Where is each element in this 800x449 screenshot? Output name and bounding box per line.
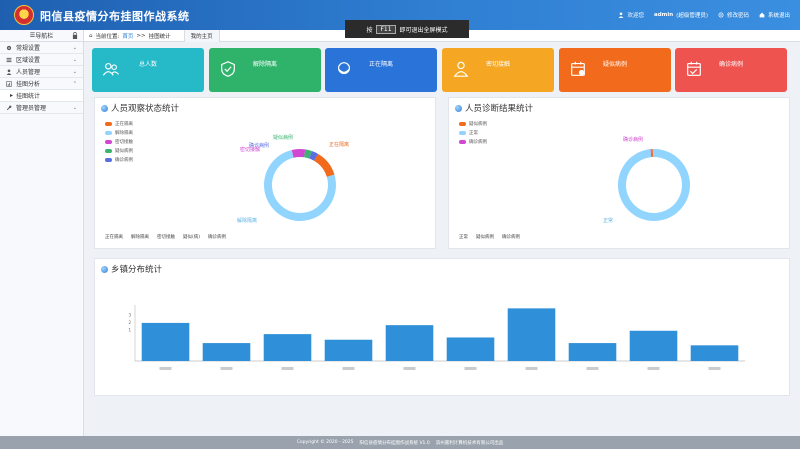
sidebar-item-region-settings[interactable]: 区域设置 ⌄ (0, 54, 83, 66)
chevron-down-icon: ⌄ (72, 57, 77, 63)
lock-icon[interactable] (72, 32, 78, 39)
observation-panel-title: 人员观察状态统计 (111, 104, 180, 114)
home-icon (759, 12, 765, 18)
bar-1[interactable] (202, 343, 251, 361)
card-isolating[interactable]: 正在隔离 (325, 48, 437, 92)
x-tick-label-blurred (586, 367, 599, 370)
x-tick-label-blurred (464, 367, 477, 370)
x-tick-label-blurred (220, 367, 233, 370)
emblem-icon (14, 5, 34, 25)
user-icon (6, 68, 12, 75)
sidebar-item-map-statistics[interactable]: ▸ 挂图统计 (0, 90, 83, 102)
bar-0[interactable] (141, 322, 190, 361)
fullscreen-tip: 按 F11 即可退出全屏模式 (345, 20, 469, 38)
card-total[interactable]: 总人数 (92, 48, 204, 92)
bar-7[interactable] (568, 343, 617, 361)
legend-item[interactable]: 确诊病例 (105, 157, 133, 163)
card-suspected[interactable]: 疑似病例 (559, 48, 671, 92)
x-tick-label-blurred (525, 367, 538, 370)
header-user-area: 欢迎您 admin (超级管理员) 修改密码 系统退出 (618, 11, 790, 19)
legend-item[interactable]: 确诊病例 (459, 139, 487, 145)
x-tick-label-blurred (281, 367, 294, 370)
current-user: admin (超级管理员) (653, 12, 708, 19)
legend-item[interactable]: 正常 (459, 130, 487, 136)
bar-5[interactable] (446, 337, 495, 361)
x-tick-label-blurred (647, 367, 660, 370)
y-tick-label: 3 (128, 313, 131, 318)
diagnosis-result-panel: 人员诊断结果统计 疑似病例 正常 确诊病例 确诊病例 正常 正常 疑似病例 确诊病… (448, 97, 790, 249)
legend-item[interactable]: 疑似病例 (459, 121, 487, 127)
donut-label-released: 解除隔离 (237, 217, 257, 224)
donut-label-contact: 密切接触 (240, 146, 260, 153)
bar-6[interactable] (507, 308, 556, 361)
breadcrumb-current: 挂图统计 (148, 33, 171, 40)
legend-item[interactable]: 密切接触 (105, 139, 133, 145)
sub-icon: ▸ (10, 92, 14, 99)
footer: Copyright © 2020 - 2025 阳信县疫情分布挂图作战系统 V1… (0, 436, 800, 449)
globe-icon (101, 265, 108, 273)
donut-slice-0[interactable] (314, 153, 335, 177)
donut-slice-2[interactable] (291, 149, 306, 158)
legend-item[interactable]: 正在隔离 (105, 121, 133, 127)
observation-bottom-labels: 正在隔离 解除隔离 密切接触 疑似(病) 确诊病例 (105, 235, 227, 240)
observation-legend: 正在隔离 解除隔离 密切接触 疑似病例 确诊病例 (105, 121, 133, 163)
diagnosis-donut-chart: 确诊病例 正常 (603, 136, 690, 224)
bar-3[interactable] (324, 339, 373, 361)
chevron-down-icon: ⌄ (72, 69, 77, 75)
card-released[interactable]: 解除隔离 (209, 48, 321, 92)
chevron-up-icon: ⌃ (72, 81, 77, 87)
bar-8[interactable] (629, 330, 678, 361)
legend-item[interactable]: 疑似病例 (105, 148, 133, 154)
app-title: 阳信县疫情分布挂图作战系统 (40, 10, 190, 23)
globe-icon (101, 104, 108, 112)
town-bar-chart: 1 2 3 (128, 305, 745, 370)
observation-status-panel: 人员观察状态统计 正在隔离 解除隔离 密切接触 疑似病例 确诊病例 疑似病例 确… (94, 97, 436, 249)
welcome-text: 欢迎您 (618, 11, 644, 19)
bar-2[interactable] (263, 334, 312, 361)
diagnosis-legend: 疑似病例 正常 确诊病例 (459, 121, 487, 145)
donut-label-normal: 正常 (603, 217, 613, 224)
wrench-icon (6, 105, 12, 110)
globe-icon (455, 104, 462, 112)
f11-key: F11 (376, 24, 396, 34)
donut-label-confirmed: 确诊病例 (623, 136, 643, 143)
settings-icon (718, 12, 724, 18)
sidebar-item-admin[interactable]: 管理员管理 ⌄ (0, 102, 83, 114)
sidebar-item-personnel[interactable]: 人员管理 ⌄ (0, 66, 83, 78)
y-tick-label: 2 (128, 320, 131, 325)
y-tick-label: 1 (128, 328, 131, 333)
card-confirmed[interactable]: 确诊病例 (675, 48, 787, 92)
tab-my-home[interactable]: 我的主页 (183, 29, 220, 42)
chevron-down-icon: ⌄ (72, 105, 77, 111)
user-icon (619, 12, 624, 18)
change-password-link[interactable]: 修改密码 (718, 11, 749, 19)
donut-label-isolating: 正在隔离 (329, 141, 349, 148)
bar-9[interactable] (690, 345, 739, 361)
diagnosis-panel-title: 人员诊断结果统计 (465, 104, 534, 114)
diagnosis-bottom-labels: 正常 疑似病例 确诊病例 (459, 235, 520, 240)
observation-donut-chart: 疑似病例 确诊病例 密切接触 正在隔离 解除隔离 (237, 134, 349, 224)
breadcrumb-home-link[interactable]: 首页 (122, 32, 133, 40)
x-tick-label-blurred (403, 367, 416, 370)
gear-icon (6, 45, 12, 50)
x-tick-label-blurred (708, 367, 721, 370)
sidebar-header[interactable]: ☰ 导航栏 (0, 30, 83, 42)
logout-link[interactable]: 系统退出 (759, 11, 790, 19)
list-icon (6, 57, 12, 62)
x-tick-label-blurred (342, 367, 355, 370)
town-panel-title: 乡镇分布统计 (111, 265, 163, 275)
x-tick-label-blurred (159, 367, 172, 370)
bar-4[interactable] (385, 325, 434, 361)
sidebar-item-map-analysis[interactable]: 挂图分析 ⌃ (0, 78, 83, 90)
sidebar-item-general-settings[interactable]: 常规设置 ⌄ (0, 42, 83, 54)
chart-icon (6, 80, 12, 87)
legend-item[interactable]: 解除隔离 (105, 130, 133, 136)
sidebar: ☰ 导航栏 常规设置 ⌄ 区域设置 ⌄ 人员管理 ⌄ 挂图分析 ⌃ ▸ 挂图统计 管理员… (0, 30, 84, 436)
donut-label-suspected: 疑似病例 (273, 134, 293, 141)
chevron-down-icon: ⌄ (72, 45, 77, 51)
card-close-contact[interactable]: 密切接触 (442, 48, 554, 92)
donut-slice-0[interactable] (617, 149, 690, 221)
town-distribution-panel: 乡镇分布统计 1 2 3 (94, 258, 790, 396)
home-icon: ⌂ (89, 32, 93, 39)
